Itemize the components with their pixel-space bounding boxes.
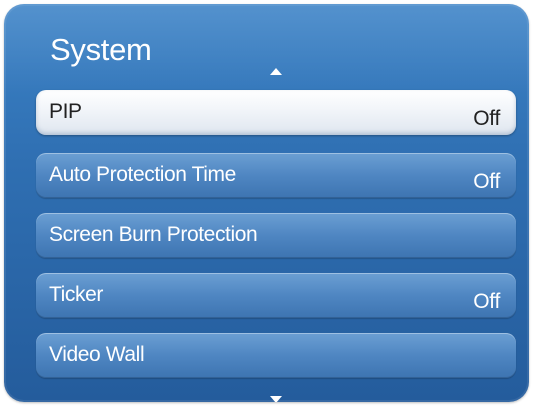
scroll-down-icon[interactable]: [270, 396, 282, 402]
menu-item-value: Off: [473, 170, 500, 193]
menu-item-auto-protection-time[interactable]: Auto Protection Time Off: [36, 153, 516, 198]
menu-item-label: Ticker: [49, 283, 103, 306]
menu-item-label: PIP: [49, 100, 82, 123]
menu-item-ticker[interactable]: Ticker Off: [36, 273, 516, 318]
menu-item-pip[interactable]: PIP Off: [36, 90, 516, 135]
menu-item-label: Auto Protection Time: [49, 163, 236, 186]
scroll-up-icon[interactable]: [270, 68, 282, 75]
menu-item-screen-burn-protection[interactable]: Screen Burn Protection: [36, 213, 516, 258]
menu-item-value: Off: [473, 107, 500, 130]
menu-item-label: Video Wall: [49, 343, 145, 366]
menu-title: System: [50, 32, 152, 67]
system-menu-panel: System PIP Off Auto Protection Time Off …: [4, 4, 529, 402]
menu-item-value: Off: [473, 290, 500, 313]
menu-item-label: Screen Burn Protection: [49, 223, 258, 246]
menu-item-video-wall[interactable]: Video Wall: [36, 333, 516, 378]
